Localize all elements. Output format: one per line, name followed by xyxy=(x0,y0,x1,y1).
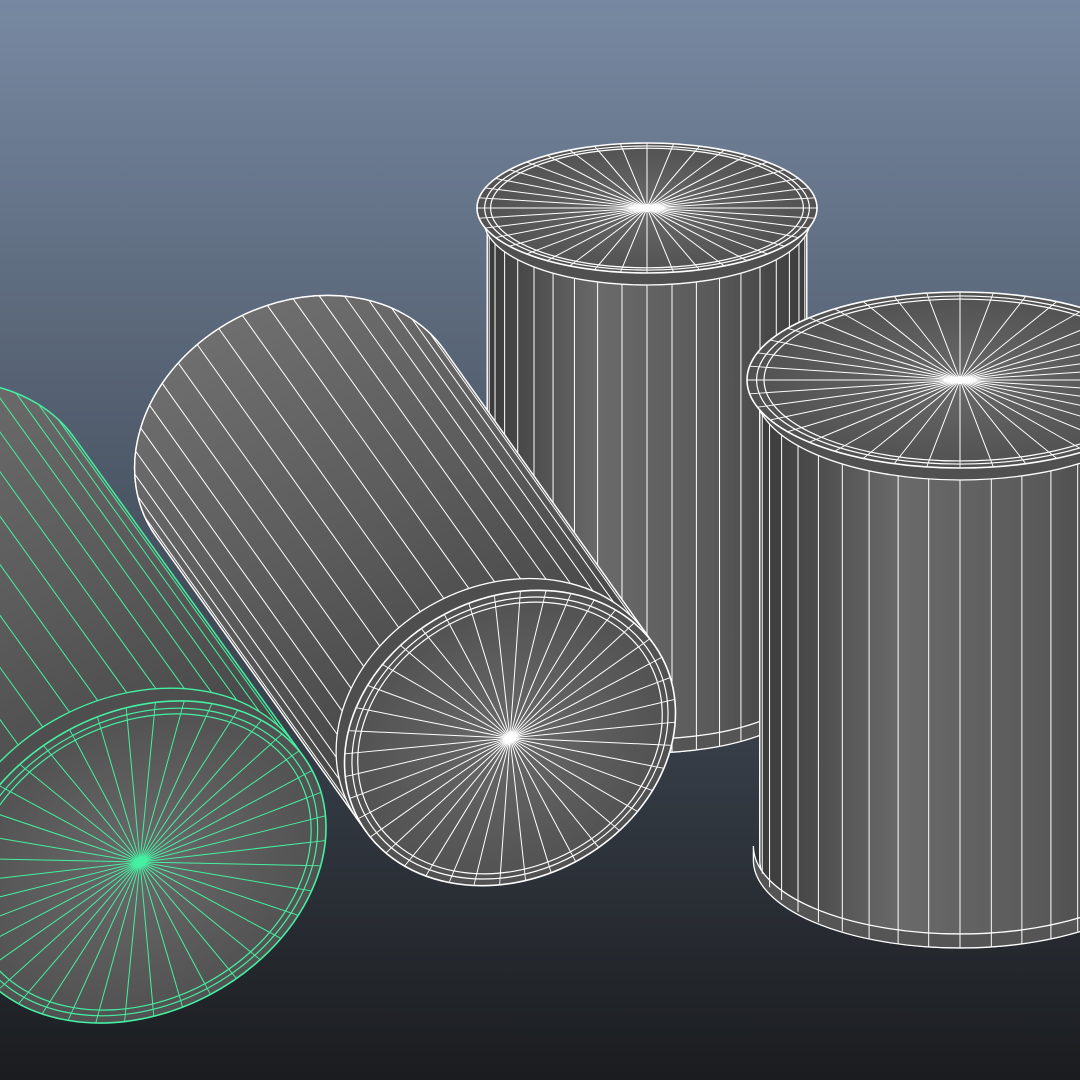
cylinder-standing-back-cap-center-vertex xyxy=(643,204,651,212)
scene-canvas[interactable] xyxy=(0,0,1080,1080)
cylinder-lying-rim-edge xyxy=(658,744,672,746)
cylinder-lying-cap-center-vertex xyxy=(506,734,514,742)
cylinder-selected-lying-cap-center-vertex xyxy=(136,858,144,866)
cylinder-standing-front[interactable] xyxy=(746,291,1080,949)
cylinder-standing-front-cap-center-vertex xyxy=(956,376,964,384)
viewport-3d[interactable] xyxy=(0,0,1080,1080)
cylinder-lying-rim-edge xyxy=(348,730,362,732)
